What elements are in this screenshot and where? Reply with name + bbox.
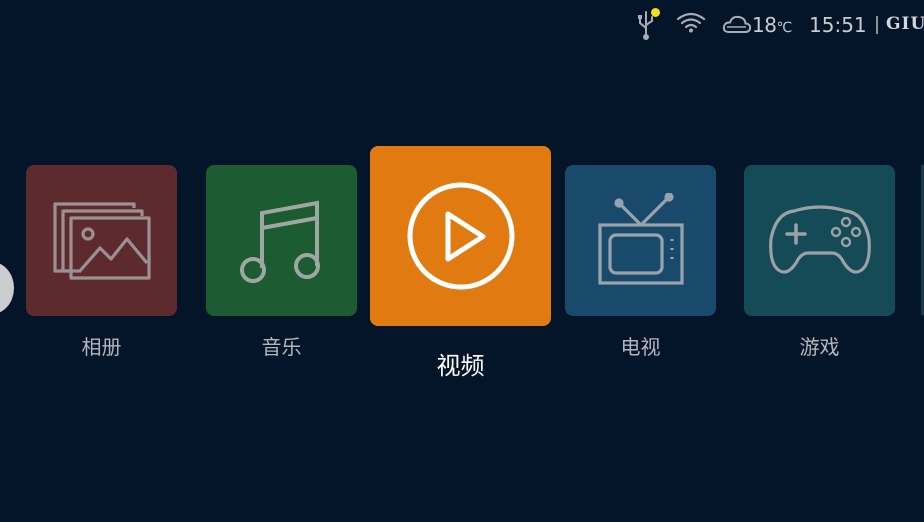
tile-photo-album[interactable]	[26, 165, 177, 316]
brand-logo: GIU	[886, 14, 924, 34]
cloud-icon	[722, 13, 752, 41]
music-note-icon	[239, 200, 320, 283]
tile-video[interactable]	[370, 146, 551, 326]
status-bar: 18℃ 15:51 GIU	[0, 0, 924, 50]
gamepad-icon	[768, 204, 871, 274]
status-divider	[876, 16, 878, 34]
tile-label-photo-album: 相册	[81, 335, 122, 359]
tile-label-games: 游戏	[799, 335, 840, 359]
photo-icon	[52, 201, 151, 280]
tile-label-music: 音乐	[261, 335, 302, 359]
temperature-unit: ℃	[776, 20, 792, 36]
usb-icon	[634, 6, 660, 40]
tile-games[interactable]	[744, 165, 895, 316]
tv-icon	[597, 192, 684, 285]
tile-label-video: 视频	[436, 352, 485, 380]
temperature-value: 18	[752, 13, 777, 37]
scroll-left-handle[interactable]	[0, 262, 14, 314]
tile-music[interactable]	[206, 165, 357, 316]
temperature-readout: 18℃	[752, 13, 792, 37]
play-icon	[407, 182, 514, 290]
tile-tv[interactable]	[565, 165, 716, 316]
wifi-icon	[676, 11, 706, 37]
usb-notification-dot	[651, 8, 660, 17]
clock: 15:51	[809, 13, 867, 37]
tile-label-tv: 电视	[620, 335, 661, 359]
